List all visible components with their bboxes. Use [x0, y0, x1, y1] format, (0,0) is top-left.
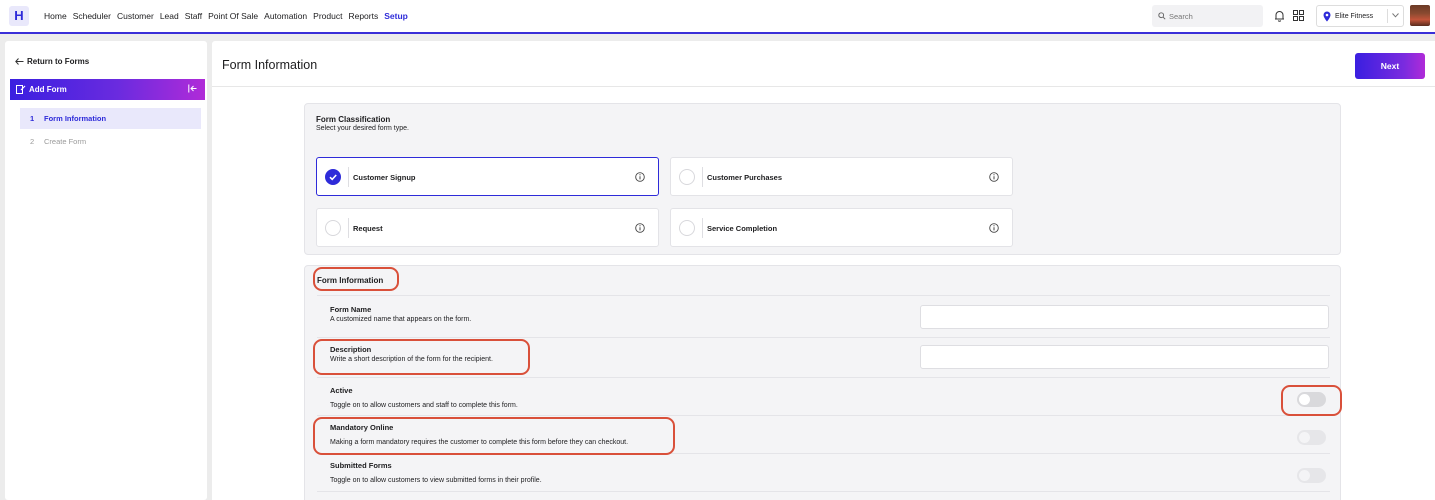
- row-description: Toggle on to allow customers to view sub…: [330, 477, 542, 484]
- nav-lead[interactable]: Lead: [160, 11, 179, 21]
- info-icon[interactable]: [989, 172, 999, 182]
- submitted-forms-toggle[interactable]: [1297, 468, 1326, 483]
- user-avatar[interactable]: [1410, 5, 1430, 26]
- next-button[interactable]: Next: [1355, 53, 1425, 79]
- search-icon: [1158, 12, 1166, 20]
- radio-unselected: [679, 169, 695, 185]
- option-divider: [348, 167, 349, 187]
- highlight-description: [313, 339, 530, 375]
- nav-automation[interactable]: Automation: [264, 11, 307, 21]
- form-name-input[interactable]: [920, 305, 1329, 329]
- nav-point-of-sale[interactable]: Point Of Sale: [208, 11, 258, 21]
- radio-unselected: [325, 220, 341, 236]
- apps-grid-icon[interactable]: [1293, 10, 1304, 21]
- option-label: Request: [353, 224, 383, 233]
- radio-unselected: [679, 220, 695, 236]
- main-nav: Home Scheduler Customer Lead Staff Point…: [44, 11, 414, 21]
- row-title: Active: [330, 386, 353, 395]
- mandatory-online-toggle[interactable]: [1297, 430, 1326, 445]
- form-information-card: Form Information Form Name A customized …: [304, 265, 1341, 500]
- back-arrow-icon: [15, 58, 24, 65]
- option-divider: [702, 167, 703, 187]
- sidebar: Return to Forms Add Form 1 Form Informati…: [5, 41, 207, 500]
- row-form-name: Form Name A customized name that appears…: [317, 296, 1330, 338]
- return-label: Return to Forms: [27, 57, 90, 66]
- edit-form-icon: [16, 85, 26, 94]
- collapse-sidebar-icon[interactable]: [188, 84, 198, 93]
- nav-reports[interactable]: Reports: [348, 11, 378, 21]
- location-divider: [1387, 9, 1388, 23]
- highlight-mandatory-online: [313, 417, 675, 455]
- description-input[interactable]: [920, 345, 1329, 369]
- highlight-active-toggle: [1281, 385, 1342, 416]
- option-service-completion[interactable]: Service Completion: [670, 208, 1013, 247]
- option-label: Customer Signup: [353, 173, 416, 182]
- toggle-knob: [1299, 432, 1310, 443]
- app-logo[interactable]: H: [9, 6, 29, 26]
- chevron-down-icon: [1392, 13, 1399, 18]
- info-icon[interactable]: [989, 223, 999, 233]
- page-header: Form Information Next: [212, 41, 1435, 87]
- bell-icon[interactable]: [1274, 10, 1285, 22]
- row-description: A customized name that appears on the fo…: [330, 316, 472, 323]
- page-title: Form Information: [222, 58, 318, 72]
- nav-customer[interactable]: Customer: [117, 11, 154, 21]
- location-selector[interactable]: Elite Fitness: [1316, 5, 1404, 27]
- option-label: Service Completion: [707, 224, 778, 233]
- option-divider: [348, 218, 349, 238]
- step-form-information[interactable]: 1 Form Information: [20, 108, 201, 129]
- nav-home[interactable]: Home: [44, 11, 67, 21]
- option-divider: [702, 218, 703, 238]
- option-customer-purchases[interactable]: Customer Purchases: [670, 157, 1013, 196]
- radio-selected: [325, 169, 341, 185]
- option-customer-signup[interactable]: Customer Signup: [316, 157, 659, 196]
- nav-setup[interactable]: Setup: [384, 11, 408, 21]
- form-classification-card: Form Classification Select your desired …: [304, 103, 1341, 255]
- add-form-section[interactable]: Add Form: [10, 79, 205, 100]
- info-icon[interactable]: [635, 172, 645, 182]
- info-icon[interactable]: [635, 223, 645, 233]
- search-placeholder: Search: [1169, 12, 1193, 21]
- row-title: Form Name: [330, 305, 372, 314]
- highlight-form-information-title: [313, 267, 399, 291]
- classification-subtitle: Select your desired form type.: [316, 125, 409, 132]
- step-label: Form Information: [44, 114, 107, 123]
- return-to-forms-link[interactable]: Return to Forms: [15, 57, 89, 66]
- classification-title: Form Classification: [316, 115, 391, 124]
- row-submitted-forms: Submitted Forms Toggle on to allow custo…: [317, 454, 1330, 492]
- row-active: Active Toggle on to allow customers and …: [317, 378, 1330, 416]
- search-input[interactable]: Search: [1152, 5, 1263, 27]
- step-create-form[interactable]: 2 Create Form: [20, 131, 201, 152]
- location-label: Elite Fitness: [1335, 13, 1374, 20]
- option-request[interactable]: Request: [316, 208, 659, 247]
- step-number: 1: [30, 114, 35, 123]
- location-pin-icon: [1323, 11, 1331, 22]
- option-label: Customer Purchases: [707, 173, 783, 182]
- step-label: Create Form: [44, 137, 87, 146]
- nav-scheduler[interactable]: Scheduler: [73, 11, 111, 21]
- row-description: Toggle on to allow customers and staff t…: [330, 402, 518, 409]
- toggle-knob: [1299, 470, 1310, 481]
- checkmark-icon: [329, 174, 337, 181]
- row-title: Submitted Forms: [330, 461, 392, 470]
- nav-staff[interactable]: Staff: [185, 11, 202, 21]
- nav-product[interactable]: Product: [313, 11, 342, 21]
- top-navigation-bar: H Home Scheduler Customer Lead Staff Poi…: [0, 0, 1435, 34]
- add-form-label: Add Form: [29, 85, 67, 94]
- step-number: 2: [30, 137, 35, 146]
